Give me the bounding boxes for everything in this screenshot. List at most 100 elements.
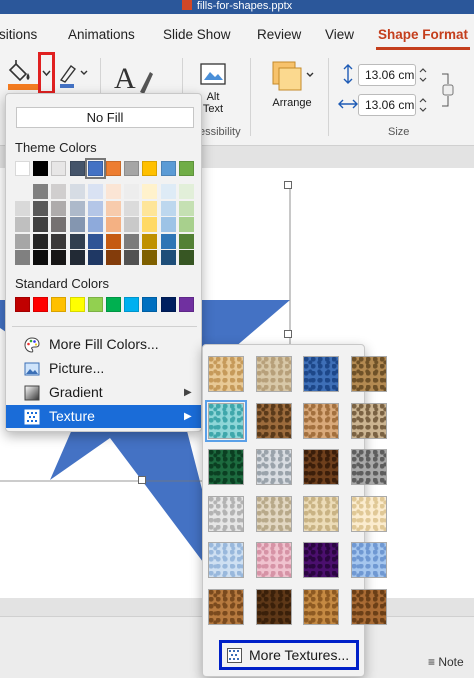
theme-shade-swatch[interactable]	[69, 200, 85, 216]
theme-shade-swatch[interactable]	[87, 200, 103, 216]
texture-swatch-papyrus[interactable]	[208, 356, 244, 392]
standard-color-swatch[interactable]	[33, 297, 49, 312]
theme-shade-swatch[interactable]	[87, 184, 103, 199]
texture-swatch-fish-fossil[interactable]	[303, 402, 339, 439]
texture-fill-item[interactable]: Texture ▶	[6, 405, 201, 428]
shape-outline-button[interactable]	[58, 60, 92, 90]
theme-shade-swatch[interactable]	[142, 233, 158, 249]
theme-shade-swatch[interactable]	[33, 250, 49, 265]
texture-swatch-bouquet[interactable]	[350, 542, 387, 578]
tab-transitions[interactable]: sitions	[0, 27, 37, 42]
theme-shade-swatch[interactable]	[142, 217, 158, 232]
texture-swatch-purple-mesh[interactable]	[303, 542, 339, 578]
theme-shade-swatch[interactable]	[69, 250, 85, 265]
theme-shade-swatch[interactable]	[142, 200, 158, 216]
texture-swatch-recycled-paper[interactable]	[255, 495, 292, 532]
theme-shade-swatch[interactable]	[33, 217, 49, 232]
texture-swatch-parchment[interactable]	[303, 495, 339, 532]
theme-shade-swatch[interactable]	[51, 217, 67, 232]
theme-color-swatch[interactable]	[124, 161, 140, 176]
no-fill-button[interactable]: No Fill	[16, 107, 194, 128]
resize-handle[interactable]	[284, 330, 292, 338]
more-fill-colors-item[interactable]: More Fill Colors...	[6, 333, 201, 356]
resize-handle[interactable]	[138, 476, 146, 484]
theme-shade-swatch[interactable]	[124, 233, 140, 249]
theme-shade-swatch[interactable]	[106, 217, 121, 232]
theme-shade-swatch[interactable]	[142, 184, 158, 199]
tab-view[interactable]: View	[325, 27, 354, 42]
theme-shade-swatch[interactable]	[69, 233, 85, 249]
theme-shade-swatch[interactable]	[33, 233, 49, 249]
shape-height-input[interactable]: 13.06 cm	[358, 64, 416, 86]
theme-color-swatch[interactable]	[33, 161, 49, 176]
theme-shade-swatch[interactable]	[124, 250, 140, 265]
resize-handle[interactable]	[284, 181, 292, 189]
theme-shade-swatch[interactable]	[87, 217, 103, 232]
theme-shade-swatch[interactable]	[15, 184, 30, 199]
theme-shade-swatch[interactable]	[124, 200, 140, 216]
theme-shade-swatch[interactable]	[87, 233, 103, 249]
texture-swatch-cork[interactable]	[208, 588, 244, 625]
more-textures-button[interactable]: More Textures...	[219, 640, 359, 670]
theme-shade-swatch[interactable]	[106, 233, 121, 249]
texture-swatch-brown-marble[interactable]	[303, 449, 339, 485]
theme-shade-swatch[interactable]	[160, 217, 176, 232]
standard-color-swatch[interactable]	[142, 297, 158, 312]
shape-height-stepper[interactable]	[418, 64, 428, 86]
theme-color-swatch[interactable]	[15, 161, 30, 176]
texture-swatch-denim[interactable]	[303, 356, 339, 392]
texture-swatch-medium-wood[interactable]	[350, 588, 387, 625]
texture-swatch-pink-tissue-paper[interactable]	[255, 542, 292, 578]
standard-color-swatch[interactable]	[51, 297, 67, 312]
theme-shade-swatch[interactable]	[15, 217, 30, 232]
theme-shade-swatch[interactable]	[178, 233, 194, 249]
theme-shade-swatch[interactable]	[15, 250, 30, 265]
theme-shade-swatch[interactable]	[51, 250, 67, 265]
theme-shade-swatch[interactable]	[33, 200, 49, 216]
shape-fill-dropdown-button[interactable]	[38, 52, 55, 94]
theme-color-swatch[interactable]	[142, 161, 158, 176]
tab-shape-format[interactable]: Shape Format	[378, 27, 468, 42]
theme-shade-swatch[interactable]	[33, 184, 49, 199]
texture-swatch-paper-bag[interactable]	[255, 402, 292, 439]
theme-shade-swatch[interactable]	[178, 200, 194, 216]
theme-shade-swatch[interactable]	[51, 233, 67, 249]
picture-fill-item[interactable]: Picture...	[6, 357, 201, 380]
texture-swatch-sand[interactable]	[350, 402, 387, 439]
theme-shade-swatch[interactable]	[106, 200, 121, 216]
theme-shade-swatch[interactable]	[69, 217, 85, 232]
shape-width-stepper[interactable]	[418, 94, 428, 116]
theme-color-swatch[interactable]	[160, 161, 176, 176]
texture-swatch-woven-mat[interactable]	[350, 356, 387, 392]
theme-color-swatch[interactable]	[69, 161, 85, 176]
standard-color-swatch[interactable]	[178, 297, 194, 312]
theme-shade-swatch[interactable]	[69, 184, 85, 199]
standard-color-swatch[interactable]	[69, 297, 85, 312]
gradient-fill-item[interactable]: Gradient ▶	[6, 381, 201, 404]
texture-swatch-canvas[interactable]	[255, 356, 292, 392]
theme-shade-swatch[interactable]	[160, 233, 176, 249]
theme-shade-swatch[interactable]	[160, 250, 176, 265]
standard-color-swatch[interactable]	[106, 297, 121, 312]
text-effects-button[interactable]: A	[112, 58, 156, 98]
theme-color-swatch[interactable]	[51, 161, 67, 176]
texture-swatch-newsprint[interactable]	[208, 495, 244, 532]
theme-shade-swatch[interactable]	[160, 184, 176, 199]
texture-swatch-oak[interactable]	[303, 588, 339, 625]
theme-shade-swatch[interactable]	[51, 184, 67, 199]
standard-color-swatch[interactable]	[160, 297, 176, 312]
theme-shade-swatch[interactable]	[51, 200, 67, 216]
theme-color-swatch[interactable]	[84, 158, 106, 179]
notes-button[interactable]: ≡ Note	[428, 655, 464, 669]
theme-shade-swatch[interactable]	[160, 200, 176, 216]
texture-swatch-stationery[interactable]	[350, 495, 387, 532]
texture-swatch-green-marble[interactable]	[208, 449, 244, 485]
standard-color-swatch[interactable]	[124, 297, 140, 312]
texture-swatch-water-droplets[interactable]	[205, 399, 247, 442]
texture-swatch-walnut[interactable]	[255, 588, 292, 625]
texture-swatch-white-marble[interactable]	[255, 449, 292, 485]
theme-shade-swatch[interactable]	[142, 250, 158, 265]
lock-aspect-ratio-toggle[interactable]	[440, 72, 456, 108]
texture-swatch-granite[interactable]	[350, 449, 387, 485]
arrange-button[interactable]: Arrange	[264, 60, 320, 112]
